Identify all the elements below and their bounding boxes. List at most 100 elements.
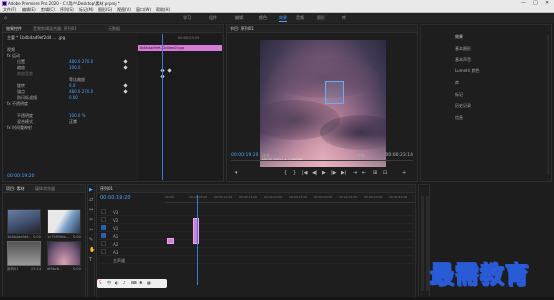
opacity-value[interactable]: 100.0 % xyxy=(69,113,86,118)
keyframe-icon[interactable] xyxy=(123,65,128,70)
workspace-audio[interactable]: 音频 xyxy=(296,15,304,21)
step-back-button[interactable]: ◀| xyxy=(312,168,318,178)
scale-value[interactable]: 100.0 xyxy=(69,65,80,70)
ime-punct-icon[interactable]: ◐ xyxy=(115,280,119,285)
project-thumbnail-1[interactable] xyxy=(7,209,41,234)
effect-timeline[interactable]: 00:00:03:29 1b4b4ad9ef...2d4ee2f.jpg xyxy=(138,34,222,180)
minimize-button[interactable]: — xyxy=(521,0,526,7)
track-toggle[interactable] xyxy=(101,249,106,254)
effect-timecode[interactable]: 00:00:19:20 xyxy=(7,174,34,179)
track-v3[interactable]: V3 xyxy=(99,209,417,216)
timeline-ruler[interactable]: 00:00 00:00:05:00 00:00:10:00 00:00:15:0… xyxy=(165,195,415,203)
panel-item-info[interactable]: 信息 xyxy=(455,115,463,120)
panel-item-history[interactable]: 历史记录 xyxy=(455,103,471,108)
ime-logo-icon[interactable]: S xyxy=(99,280,102,285)
project-thumbnail-4[interactable] xyxy=(47,241,81,266)
panel-item-effects[interactable]: 效果 xyxy=(455,34,463,39)
go-to-in-button[interactable]: |◀ xyxy=(302,168,308,178)
program-current-timecode[interactable]: 00:00:19:20 xyxy=(231,153,258,158)
track-toggle[interactable] xyxy=(101,233,106,238)
track-toggle[interactable] xyxy=(101,225,106,230)
project-thumbnail-2[interactable] xyxy=(47,209,81,234)
effect-clip-bar[interactable]: 1b4b4ad9ef...2d4ee2f.jpg xyxy=(138,45,222,51)
comparison-view-button[interactable]: ⊡ xyxy=(383,168,387,178)
export-frame-button[interactable]: ⊞ xyxy=(373,168,377,178)
track-v2[interactable]: V2 xyxy=(99,217,417,224)
close-button[interactable]: ✕ xyxy=(545,0,549,7)
razor-tool-icon[interactable]: ✂ xyxy=(89,217,93,223)
go-to-out-button[interactable]: ▶| xyxy=(341,168,347,178)
anchor-value[interactable]: 480.0 270.0 xyxy=(69,89,93,94)
ime-mode-icon[interactable]: 中 xyxy=(107,280,111,286)
antiflicker-value[interactable]: 0.00 xyxy=(69,95,78,100)
track-v1[interactable]: V1 xyxy=(99,225,417,232)
hand-tool-icon[interactable]: ✋ xyxy=(89,247,95,253)
track-a1[interactable]: A1 xyxy=(99,233,417,240)
tab-sequence[interactable]: 序列01 xyxy=(100,186,113,192)
zoom-select[interactable]: 适合 xyxy=(262,153,270,159)
keyframe-icon[interactable] xyxy=(123,59,128,64)
video-frame[interactable]: MADE WITH ★ LUMIERE xyxy=(260,40,386,167)
uniform-scale-checkbox[interactable]: 等比缩放 xyxy=(69,77,85,82)
pen-tool-icon[interactable]: ✎ xyxy=(89,237,93,243)
keyframe-icon[interactable] xyxy=(123,83,128,88)
workspace-learn[interactable]: 学习 xyxy=(183,15,191,21)
maximize-button[interactable]: □ xyxy=(533,0,538,7)
ime-skin-icon[interactable]: ♣ xyxy=(139,280,143,285)
extract-button[interactable]: ⇤ xyxy=(362,168,366,178)
blend-mode-select[interactable]: 正常 xyxy=(69,119,77,124)
timeline-playhead[interactable] xyxy=(197,195,198,285)
selection-tool-icon[interactable]: ▶ xyxy=(89,187,93,193)
track-select-tool-icon[interactable]: ⇄ xyxy=(89,197,93,203)
tab-program[interactable]: 节目: 序列01 xyxy=(230,26,254,32)
play-button[interactable]: ▶ xyxy=(322,168,326,178)
resolution-select[interactable]: 完整 xyxy=(357,153,365,159)
home-icon[interactable]: ⌂ xyxy=(4,15,7,21)
panel-item-essential-graphics[interactable]: 基本图形 xyxy=(455,46,471,51)
keyframe-icon[interactable] xyxy=(167,68,172,73)
tab-metadata[interactable]: 元数据 xyxy=(108,26,120,32)
workspace-libraries[interactable]: 库 xyxy=(342,15,346,21)
effect-row-motion[interactable]: fx 运动 xyxy=(7,53,20,58)
ime-tools-icon[interactable]: ▦ xyxy=(147,280,151,285)
workspace-assembly[interactable]: 组件 xyxy=(209,15,217,21)
program-scrub-bar[interactable] xyxy=(231,160,413,163)
panel-item-lumetri[interactable]: Lumetri 颜色 xyxy=(455,68,480,73)
tab-media-browser[interactable]: 媒体浏览器 xyxy=(35,186,55,192)
rotation-value[interactable]: 0.0 xyxy=(69,83,75,88)
timeline-clip[interactable] xyxy=(193,218,199,244)
position-value[interactable]: 480.0 270.0 xyxy=(69,59,93,64)
lift-button[interactable]: ⇥ xyxy=(353,168,357,178)
keyframe-icon[interactable] xyxy=(123,89,128,94)
panel-item-markers[interactable]: 标记 xyxy=(455,92,463,97)
mark-out-button[interactable]: } xyxy=(293,168,296,178)
effect-row-time-remap[interactable]: fx 时间重映射 xyxy=(7,125,32,130)
tab-project[interactable]: 项目: 素材 xyxy=(6,186,25,192)
ime-voice-icon[interactable]: ♪ xyxy=(123,280,126,285)
step-forward-button[interactable]: |▶ xyxy=(331,168,337,178)
ripple-edit-tool-icon[interactable]: ↔ xyxy=(89,207,93,213)
workspace-effects[interactable]: 效果 xyxy=(279,15,287,22)
track-toggle[interactable] xyxy=(101,209,106,214)
ime-keyboard-icon[interactable]: ⌨ xyxy=(131,280,137,285)
marker-dropdown-icon[interactable]: ▾ xyxy=(235,168,238,178)
track-a3[interactable]: A3 xyxy=(99,249,417,256)
panel-item-essential-sound[interactable]: 基本声音 xyxy=(455,57,471,62)
workspace-editing[interactable]: 编辑 xyxy=(235,15,243,21)
track-toggle[interactable] xyxy=(101,217,106,222)
track-a2[interactable]: A2 xyxy=(99,241,417,248)
timeline-timecode[interactable]: 00:00:19:20 xyxy=(100,195,131,201)
slip-tool-icon[interactable]: ⇿ xyxy=(89,227,93,233)
project-thumbnail-3[interactable] xyxy=(7,241,41,266)
effect-row-opacity-group[interactable]: fx 不透明度 xyxy=(7,101,28,106)
tab-effect-controls[interactable]: 效果控件 xyxy=(6,26,22,32)
tab-audio-clip-mixer[interactable]: 音频剪辑混合器: 序列01 xyxy=(33,26,103,32)
panel-item-libraries[interactable]: 库 xyxy=(455,80,459,85)
timeline-clip[interactable] xyxy=(167,238,174,244)
button-editor-icon[interactable]: + xyxy=(402,168,406,178)
effect-playhead[interactable] xyxy=(162,34,163,180)
transform-bounding-box[interactable] xyxy=(325,81,344,104)
track-master[interactable]: 主声道 xyxy=(99,257,417,264)
workspace-color[interactable]: 颜色 xyxy=(259,15,267,21)
workspace-graphics[interactable]: 图形 xyxy=(317,15,325,21)
